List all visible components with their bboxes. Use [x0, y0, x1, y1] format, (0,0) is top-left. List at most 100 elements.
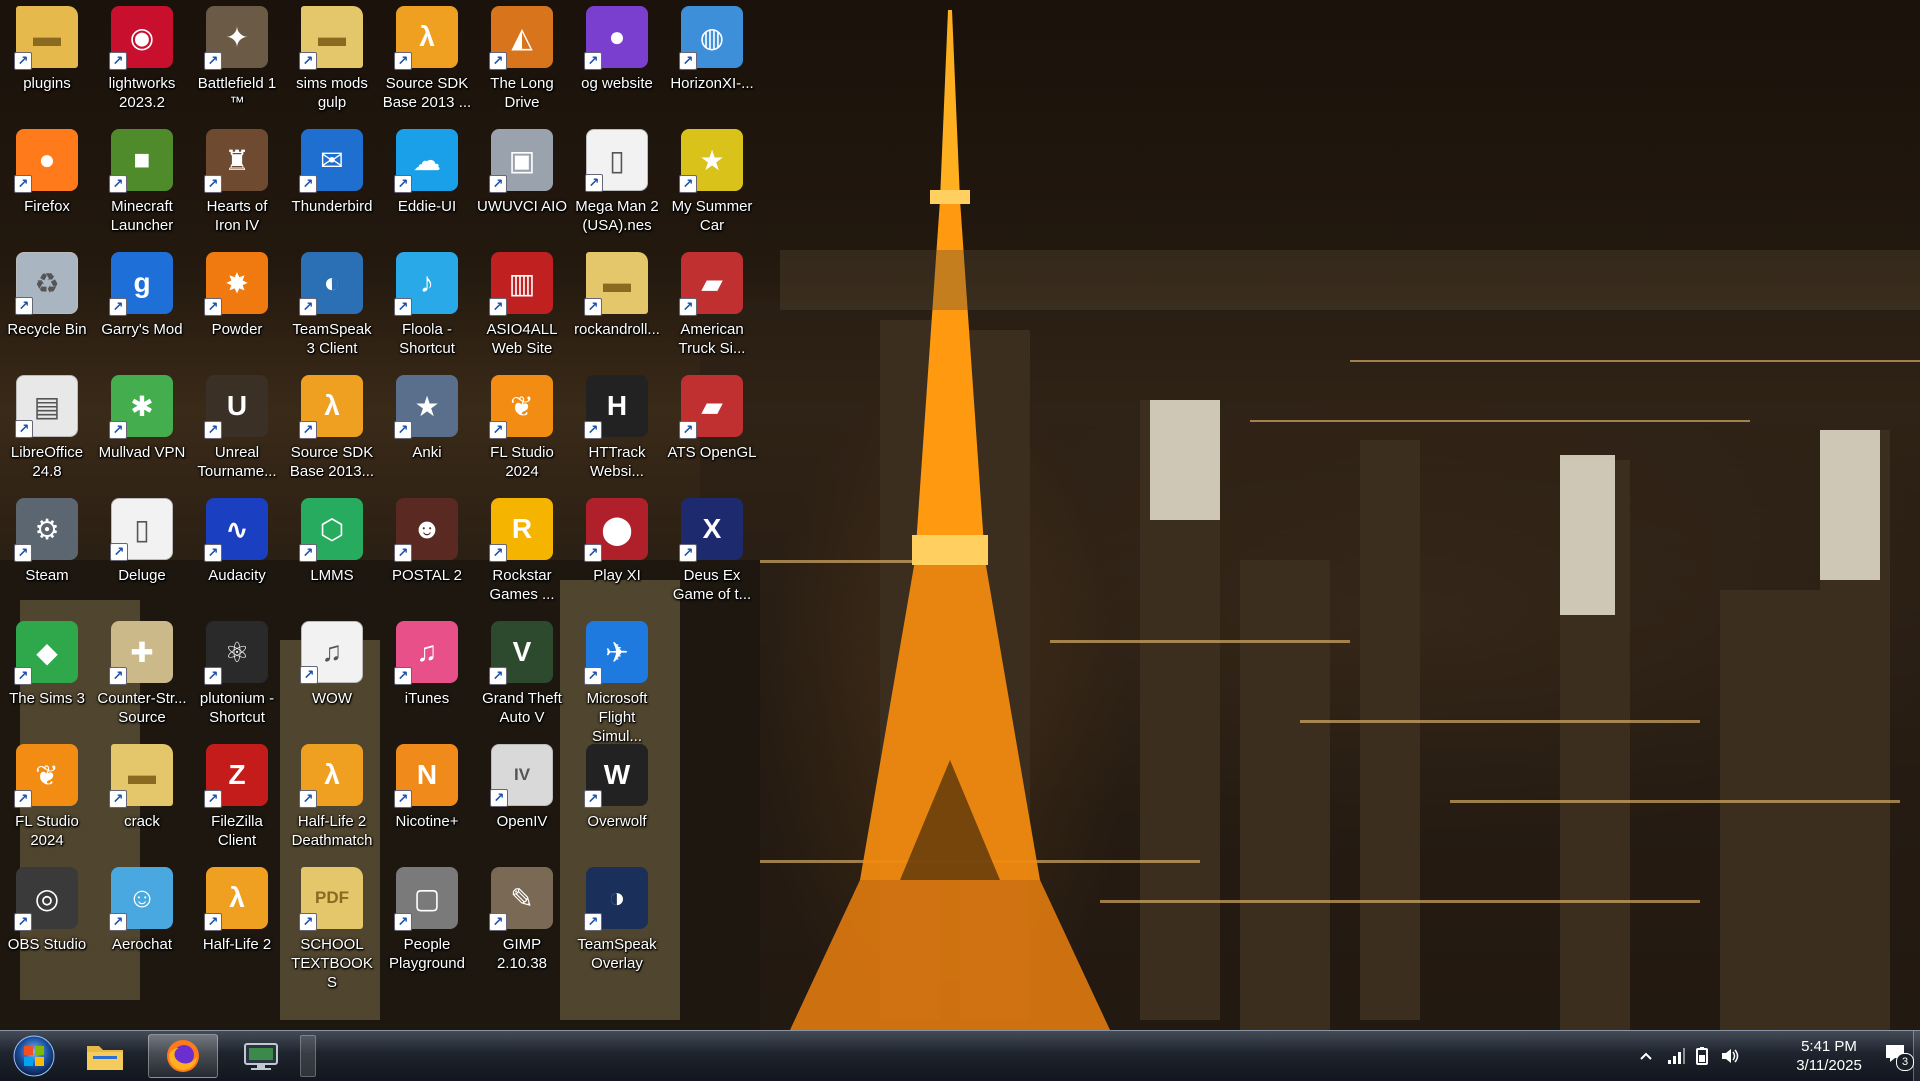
desktop-icon[interactable]: ▥ ↗ ASIO4ALL Web Site [477, 246, 567, 364]
shortcut-arrow-icon: ↗ [489, 52, 507, 70]
desktop-icon[interactable]: ● ↗ og website [572, 0, 662, 118]
desktop-icon[interactable]: ▣ ↗ UWUVCI AIO [477, 123, 567, 241]
show-desktop-button[interactable] [1913, 1031, 1920, 1081]
desktop-icon[interactable]: ▬ ↗ sims mods gulp [287, 0, 377, 118]
desktop-icon[interactable]: ☁ ↗ Eddie-UI [382, 123, 472, 241]
action-center-button[interactable]: 3 [1884, 1043, 1914, 1071]
power-tray-button[interactable] [1692, 1046, 1712, 1066]
desktop-icon[interactable]: ◎ ↗ OBS Studio [2, 861, 92, 979]
desktop-icon[interactable]: ▤ ↗ LibreOffice 24.8 [2, 369, 92, 487]
desktop-icon[interactable]: ▯ ↗ Mega Man 2 (USA).nes [572, 123, 662, 241]
desktop-icon-label: Steam [25, 567, 69, 584]
desktop-icon[interactable]: ☺ ↗ Aerochat [97, 861, 187, 979]
desktop-icon[interactable]: U ↗ Unreal Tourname... [192, 369, 282, 487]
desktop-icon-label: iTunes [404, 690, 450, 707]
desktop-icon[interactable]: ▰ ↗ American Truck Si... [667, 246, 757, 364]
desktop-icon[interactable]: λ ↗ Source SDK Base 2013 ... [382, 0, 472, 118]
desktop-icon[interactable]: ∿ ↗ Audacity [192, 492, 282, 610]
desktop-icon[interactable]: ▬ ↗ rockandroll... [572, 246, 662, 364]
desktop-icon[interactable]: ▢ ↗ People Playground [382, 861, 472, 979]
desktop-icon[interactable]: λ ↗ Half-Life 2 [192, 861, 282, 979]
desktop-icon[interactable]: PDF ↗ SCHOOL TEXTBOOKS [287, 861, 377, 991]
shortcut-arrow-icon: ↗ [489, 667, 507, 685]
desktop-icon[interactable]: ♜ ↗ Hearts of Iron IV [192, 123, 282, 241]
desktop-icon[interactable]: ♫ ↗ iTunes [382, 615, 472, 733]
desktop-icon[interactable]: N ↗ Nicotine+ [382, 738, 472, 856]
shortcut-arrow-icon: ↗ [15, 420, 33, 438]
desktop-icon[interactable]: ✦ ↗ Battlefield 1 ™ [192, 0, 282, 118]
desktop-icon[interactable]: ✎ ↗ GIMP 2.10.38 [477, 861, 567, 979]
desktop-icon[interactable]: ⬤ ↗ Play XI [572, 492, 662, 610]
desktop-icon[interactable]: ▰ ↗ ATS OpenGL [667, 369, 757, 487]
desktop-icon[interactable]: ▬ ↗ crack [97, 738, 187, 856]
desktop-icon[interactable]: λ ↗ Source SDK Base 2013... [287, 369, 377, 487]
desktop-icon[interactable]: ✸ ↗ Powder [192, 246, 282, 364]
desktop-icon[interactable]: ◐ ↗ TeamSpeak 3 Client [287, 246, 377, 364]
desktop-icon[interactable]: ▬ ↗ plugins [2, 0, 92, 118]
flight-sim-icon: ✈ ↗ [584, 621, 648, 685]
file-explorer-taskbar-button[interactable] [70, 1034, 140, 1078]
recycle-bin-icon: ♻ ↗ [15, 252, 78, 315]
desktop-icon[interactable]: W ↗ Overwolf [572, 738, 662, 856]
shortcut-arrow-icon: ↗ [394, 52, 412, 70]
desktop-icon-label: FileZilla Client [211, 813, 263, 849]
shortcut-arrow-icon: ↗ [204, 175, 222, 193]
desktop-icon[interactable]: ✉ ↗ Thunderbird [287, 123, 377, 241]
network-tray-button[interactable] [1666, 1046, 1686, 1066]
firefox-taskbar-button[interactable] [148, 1034, 218, 1078]
remote-desktop-taskbar-button[interactable] [226, 1034, 296, 1078]
desktop-icon-label: Deluge [118, 567, 166, 584]
desktop-icon[interactable]: ⚙ ↗ Steam [2, 492, 92, 610]
fl-studio-icon: ❦ ↗ [14, 744, 78, 808]
desktop-icon-label: WOW [312, 690, 352, 707]
desktop-icon[interactable]: ✈ ↗ Microsoft Flight Simul... [572, 615, 662, 745]
desktop-icon[interactable]: ★ ↗ Anki [382, 369, 472, 487]
desktop-icon[interactable]: ⬡ ↗ LMMS [287, 492, 377, 610]
desktop-icon-label: Rockstar Games ... [489, 567, 555, 603]
shortcut-arrow-icon: ↗ [394, 421, 412, 439]
mullvad-icon: ✱ ↗ [109, 375, 173, 439]
desktop-icon[interactable]: ◭ ↗ The Long Drive [477, 0, 567, 118]
desktop-icon[interactable]: ◆ ↗ The Sims 3 [2, 615, 92, 733]
desktop-icon[interactable]: H ↗ HTTrack Websi... [572, 369, 662, 487]
desktop-icon[interactable]: ★ ↗ My Summer Car [667, 123, 757, 241]
start-button[interactable] [6, 1034, 62, 1078]
desktop-icon[interactable]: ❦ ↗ FL Studio 2024 [2, 738, 92, 856]
desktop-icon[interactable]: X ↗ Deus Ex Game of t... [667, 492, 757, 610]
volume-tray-button[interactable] [1720, 1046, 1740, 1066]
desktop-icon[interactable]: ▯ ↗ Deluge [97, 492, 187, 610]
shortcut-arrow-icon: ↗ [584, 667, 602, 685]
desktop-icon[interactable]: ◍ ↗ HorizonXI-... [667, 0, 757, 118]
desktop-icon[interactable]: ♪ ↗ Floola - Shortcut [382, 246, 472, 364]
desktop-icon-label: Recycle Bin [7, 321, 87, 338]
desktop-icon[interactable]: ■ ↗ Minecraft Launcher [97, 123, 187, 241]
desktop-icon[interactable]: ● ↗ Firefox [2, 123, 92, 241]
cloud-icon: ☁ ↗ [394, 129, 458, 193]
show-hidden-icons-button[interactable] [1636, 1046, 1656, 1066]
desktop-icon[interactable]: ⚛ ↗ plutonium - Shortcut [192, 615, 282, 733]
desktop-icon[interactable]: ☻ ↗ POSTAL 2 [382, 492, 472, 610]
desktop-icon[interactable]: IV ↗ OpenIV [477, 738, 567, 856]
desktop-icon[interactable]: Z ↗ FileZilla Client [192, 738, 282, 856]
folder-icon: ▬ ↗ [299, 6, 363, 70]
desktop-icon-label: SCHOOL TEXTBOOKS [291, 936, 373, 991]
shortcut-arrow-icon: ↗ [204, 544, 222, 562]
desktop-icon[interactable]: ♻ ↗ Recycle Bin [2, 246, 92, 364]
desktop-icon[interactable]: g ↗ Garry's Mod [97, 246, 187, 364]
desktop-icon[interactable]: ✱ ↗ Mullvad VPN [97, 369, 187, 487]
desktop-icon[interactable]: ✚ ↗ Counter-Str... Source [97, 615, 187, 733]
desktop-icon[interactable]: ♫ ↗ WOW [287, 615, 377, 733]
desktop-icon[interactable]: ◑ ↗ TeamSpeak Overlay [572, 861, 662, 979]
desktop-icon[interactable]: R ↗ Rockstar Games ... [477, 492, 567, 610]
desktop-icon[interactable]: ◉ ↗ lightworks 2023.2 [97, 0, 187, 118]
taskbar-clock[interactable]: 5:41 PM 3/11/2025 [1784, 1037, 1874, 1075]
taskbar-grip[interactable] [300, 1035, 316, 1077]
desktop-icon[interactable]: V ↗ Grand Theft Auto V [477, 615, 567, 733]
shortcut-arrow-icon: ↗ [299, 790, 317, 808]
desktop-icon[interactable]: ❦ ↗ FL Studio 2024 [477, 369, 567, 487]
obs-icon: ◎ ↗ [14, 867, 78, 931]
desktop-icon[interactable]: λ ↗ Half-Life 2 Deathmatch [287, 738, 377, 856]
libreoffice-icon: ▤ ↗ [15, 375, 78, 438]
network-signal-icon [1668, 1048, 1685, 1064]
desktop-icon-label: ASIO4ALL Web Site [486, 321, 558, 357]
